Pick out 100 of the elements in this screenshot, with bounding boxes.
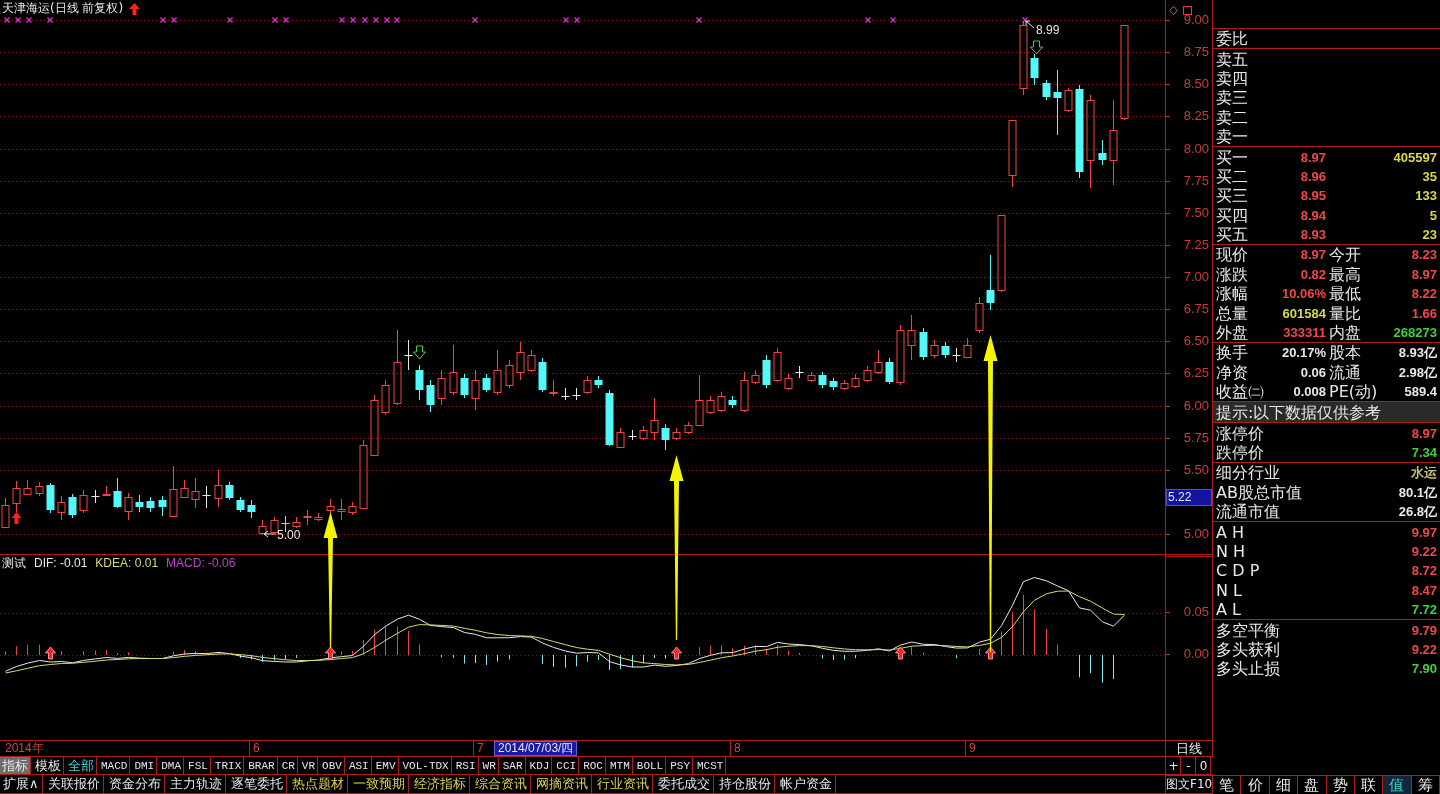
- pivot-label: N H: [1216, 541, 1247, 561]
- stat-value: 0.06: [1300, 363, 1326, 382]
- up-arrow-icon: [325, 646, 336, 660]
- stat-label: 最低: [1328, 284, 1362, 304]
- leader-arrow-icon: [263, 530, 277, 538]
- cursor-price-label: 5.22: [1166, 489, 1212, 506]
- price-axis-label: 7.00: [1183, 269, 1209, 285]
- mode-tab[interactable]: 指标: [0, 757, 31, 774]
- indicator-tab[interactable]: MACD: [99, 757, 131, 774]
- price-axis-label: 6.00: [1183, 398, 1209, 414]
- pivot-value: 9.97: [1411, 523, 1437, 542]
- stat-label: 最高: [1328, 264, 1362, 284]
- cross-marker-icon: [338, 16, 346, 24]
- stat-value: 333311: [1283, 324, 1326, 343]
- indicator-tab[interactable]: WR: [480, 757, 499, 774]
- cross-marker-icon: [393, 16, 401, 24]
- stat-label: 流通: [1328, 362, 1362, 382]
- down-arrow-icon: [1030, 40, 1043, 55]
- leader-arrow-icon: [1025, 20, 1035, 29]
- indicator-tab[interactable]: RSI: [453, 757, 479, 774]
- mode-tab[interactable]: 模板: [33, 757, 64, 774]
- balance-value: 9.79: [1411, 621, 1437, 640]
- ask-label: 卖三: [1216, 88, 1249, 108]
- stat-label: 涨跌: [1216, 264, 1249, 284]
- price-axis-label: 8.00: [1183, 141, 1209, 157]
- limit-label: 跌停价: [1216, 443, 1265, 462]
- indicator-tab[interactable]: MTM: [608, 757, 633, 774]
- industry-label: AB股总市值: [1216, 482, 1303, 502]
- indicator-tab[interactable]: EMV: [373, 757, 399, 774]
- bid-volume: 133: [1415, 187, 1437, 206]
- indicator-tab[interactable]: DMI: [132, 757, 158, 774]
- cross-marker-icon: [226, 16, 234, 24]
- indicator-tab[interactable]: TRIX: [212, 757, 245, 774]
- indicator-tab[interactable]: PSY: [668, 757, 693, 774]
- stat-value: 8.97: [1411, 265, 1437, 284]
- indicator-tab[interactable]: ASI: [346, 757, 372, 774]
- indicator-tab[interactable]: SAR: [500, 757, 526, 774]
- pivot-value: 9.22: [1411, 542, 1437, 561]
- indicator-value: KDEA: 0.01: [95, 556, 159, 571]
- stat-label: 现价: [1216, 245, 1249, 265]
- stat-label: 收益㈡: [1216, 382, 1265, 402]
- indicator-tab[interactable]: ROC: [581, 757, 606, 774]
- price-axis-label: 7.50: [1183, 205, 1209, 221]
- indicator-tab[interactable]: CR: [279, 757, 298, 774]
- stat-label: 涨幅: [1216, 284, 1249, 304]
- limit-value: 7.34: [1411, 444, 1437, 462]
- diamond-icon[interactable]: [1169, 6, 1178, 15]
- pivot-value: 7.72: [1411, 601, 1437, 620]
- pivot-label: N L: [1216, 580, 1243, 600]
- indicator-tab[interactable]: KDJ: [527, 757, 553, 774]
- indicator-tab[interactable]: DMA: [159, 757, 185, 774]
- indicator-tab[interactable]: BRAR: [246, 757, 278, 774]
- ask-label: 卖五: [1216, 49, 1249, 69]
- indicator-tab[interactable]: VR: [299, 757, 319, 774]
- cross-marker-icon: [3, 16, 11, 24]
- indicator-tab[interactable]: BOLL: [634, 757, 667, 774]
- pivot-label: A H: [1216, 522, 1246, 542]
- bid-volume: 35: [1422, 167, 1437, 186]
- industry-label: 流通市值: [1216, 502, 1281, 522]
- price-axis-label: 5.00: [1183, 526, 1209, 542]
- indicator-tab[interactable]: CCI: [554, 757, 580, 774]
- balance-label: 多空平衡: [1216, 620, 1281, 640]
- indicator-tab[interactable]: FSL: [186, 757, 211, 774]
- bid-price: 8.97: [1300, 148, 1326, 167]
- price-axis-label: 5.75: [1183, 430, 1209, 446]
- indicator-tab[interactable]: 全部: [66, 757, 97, 774]
- up-arrow-icon: [895, 646, 906, 660]
- indicator-tab[interactable]: VOL-TDX: [400, 757, 452, 774]
- up-arrow-icon: [985, 646, 996, 660]
- industry-value: 水运: [1411, 464, 1437, 483]
- low-price-label: 5.00: [277, 528, 301, 542]
- balance-label: 多头止损: [1216, 659, 1281, 679]
- cross-marker-icon: [25, 16, 33, 24]
- price-axis-label: 9.00: [1183, 12, 1209, 28]
- order-ratio-label: 委比: [1216, 29, 1249, 49]
- price-axis-label: 6.50: [1183, 333, 1209, 349]
- cross-marker-icon: [159, 16, 167, 24]
- stat-label: 换手: [1216, 343, 1249, 363]
- stat-value: 8.22: [1411, 285, 1437, 304]
- stat-label: 内盘: [1328, 323, 1362, 343]
- bid-volume: 23: [1422, 226, 1437, 245]
- zoom-button[interactable]: 0: [1197, 757, 1211, 774]
- high-price-label: 8.99: [1036, 23, 1060, 37]
- panel-tab[interactable]: 值: [1383, 776, 1412, 794]
- zoom-button[interactable]: +: [1167, 757, 1181, 774]
- bid-label: 买二: [1216, 166, 1249, 186]
- square-icon[interactable]: [1183, 6, 1192, 15]
- balance-label: 多头获利: [1216, 639, 1281, 659]
- stat-label: 外盘: [1216, 323, 1249, 343]
- ask-label: 卖一: [1216, 127, 1249, 147]
- function-tab[interactable]: 扩展∧: [0, 775, 43, 793]
- f10-button[interactable]: 图文F10: [1165, 775, 1213, 794]
- pivot-label: A L: [1216, 600, 1242, 620]
- cross-marker-icon: [889, 16, 897, 24]
- stat-label: 股本: [1328, 343, 1362, 363]
- bid-volume: 405597: [1393, 148, 1437, 167]
- indicator-tab[interactable]: OBV: [320, 757, 345, 774]
- stat-value: 2.98亿: [1398, 363, 1437, 382]
- indicator-tab[interactable]: MCST: [695, 757, 727, 774]
- cross-marker-icon: [282, 16, 290, 24]
